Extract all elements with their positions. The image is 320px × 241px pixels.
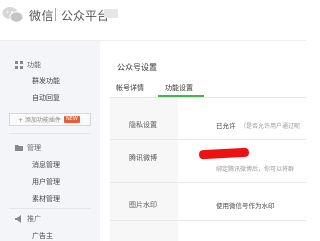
sidebar-section-promote-label: 推广 (27, 215, 41, 223)
top-bar: 微信 公众平台 (0, 0, 306, 40)
setting-label-watermark: 图片水印 (129, 201, 157, 209)
setting-note-weibo: 绑定腾讯微博后，你可以将群 (216, 166, 295, 173)
sidebar-item-messages[interactable]: 消息管理 (32, 160, 60, 170)
brand-tag (104, 9, 118, 18)
sidebar-item-materials[interactable]: 素材管理 (32, 194, 60, 204)
add-plugin-label: + 添加功能插件 (18, 117, 61, 124)
sidebar-section-function-label: 功能 (27, 61, 41, 69)
new-badge: NEW (63, 116, 80, 123)
brand-name: 微信 (29, 9, 55, 23)
add-plugin-button[interactable]: + 添加功能插件 NEW (9, 113, 91, 126)
sidebar (0, 41, 100, 241)
redaction-mark (198, 147, 250, 160)
setting-label-privacy: 隐私设置 (129, 121, 157, 129)
megaphone-icon (15, 215, 21, 223)
sidebar-section-function: 功能 (15, 60, 41, 70)
sidebar-item-advertiser[interactable]: 广告主 (32, 231, 53, 241)
page-title: 公众号设置 (117, 63, 157, 72)
tab-function-settings[interactable]: 功能设置 (165, 83, 193, 93)
sidebar-divider (9, 133, 91, 134)
row-divider (110, 220, 306, 221)
tab-account-details[interactable]: 帐号详情 (116, 83, 144, 93)
setting-value-privacy: 已允许 (216, 122, 236, 130)
sidebar-section-manage-label: 管理 (27, 144, 41, 152)
row-divider (110, 139, 306, 140)
sidebar-section-promote: 推广 (15, 214, 41, 224)
setting-note-privacy: （是否允许用户通过昵 (240, 123, 301, 130)
grid-icon (15, 61, 23, 69)
brand-divider (55, 8, 56, 21)
sidebar-item-auto-reply[interactable]: 自动回复 (32, 93, 60, 103)
sidebar-item-users[interactable]: 用户管理 (32, 177, 60, 187)
sidebar-section-manage: 管理 (15, 143, 41, 153)
setting-value-watermark: 使用微信号作为水印 (216, 202, 275, 210)
setting-label-weibo: 腾讯微博 (129, 154, 157, 162)
sidebar-item-mass-send[interactable]: 群发功能 (32, 76, 60, 86)
folder-icon (15, 145, 23, 151)
sidebar-divider (9, 208, 91, 209)
row-divider (110, 182, 306, 183)
brand-subtitle: 公众平台 (61, 9, 110, 23)
wechat-logo-icon (2, 7, 24, 23)
